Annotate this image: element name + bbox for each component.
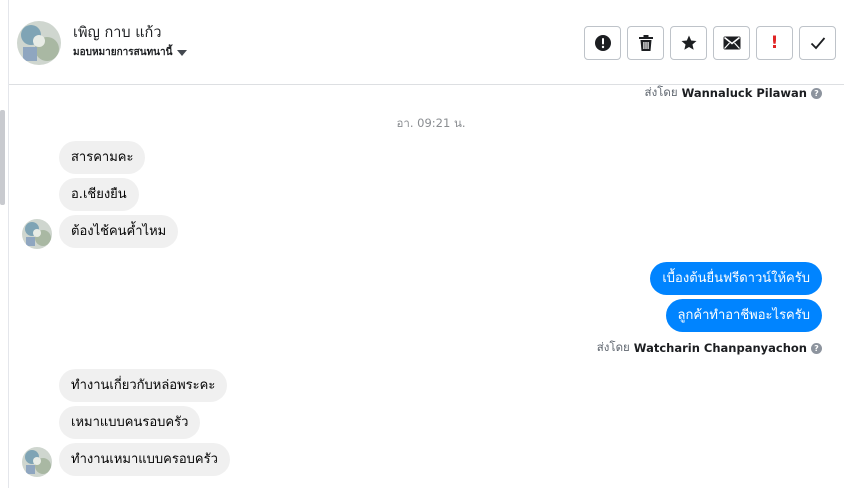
conversation-toolbar: ! xyxy=(584,26,836,60)
sent-by-prefix: ส่งโดย xyxy=(596,340,630,354)
contact-avatar-small[interactable] xyxy=(22,447,52,477)
exclamation-icon: ! xyxy=(770,33,779,53)
contact-avatar[interactable] xyxy=(17,21,61,65)
contact-avatar-small[interactable] xyxy=(22,219,52,249)
caret-down-icon xyxy=(177,49,188,56)
sender-name[interactable]: Wannaluck Pilawan xyxy=(682,86,807,100)
incoming-message[interactable]: สารคามคะ xyxy=(59,141,146,174)
left-panel-edge xyxy=(0,0,9,488)
message-timestamp: อา. 09:21 น. xyxy=(396,116,466,130)
mark-done-button[interactable] xyxy=(799,26,836,60)
sent-by-line: ส่งโดย Wannaluck Pilawan ? xyxy=(645,84,822,102)
sent-by-line: ส่งโดย Watcharin Chanpanyachon ? xyxy=(597,339,822,357)
sent-by-prefix: ส่งโดย xyxy=(644,85,678,99)
alert-circle-icon xyxy=(594,35,611,51)
incoming-message[interactable]: อ.เชียงยืน xyxy=(59,178,139,211)
star-button[interactable] xyxy=(670,26,707,60)
trash-icon xyxy=(638,35,653,51)
checkmark-icon xyxy=(810,37,825,50)
help-icon[interactable]: ? xyxy=(811,87,822,99)
envelope-icon xyxy=(723,36,740,50)
mark-unread-button[interactable] xyxy=(713,26,750,60)
incoming-message[interactable]: ทำงานเหมาแบบครอบครัว xyxy=(59,443,230,476)
sender-name[interactable]: Watcharin Chanpanyachon xyxy=(634,341,807,355)
incoming-message[interactable]: ทำงานเกี่ยวกับหล่อพระคะ xyxy=(59,369,228,402)
help-icon[interactable]: ? xyxy=(811,342,822,354)
contact-name[interactable]: เพิญ กาบ แก้ว xyxy=(73,21,161,44)
outgoing-message[interactable]: เบื้องต้นยื่นฟรีดาวน์ให้ครับ xyxy=(650,262,822,295)
incoming-message[interactable]: เหมาแบบคนรอบครัว xyxy=(59,406,201,439)
incoming-message[interactable]: ต้องไช้คนค้ำไหม xyxy=(59,215,179,248)
outgoing-message[interactable]: ลูกค้าทำอาชีพอะไรครับ xyxy=(665,299,822,332)
assign-conversation-dropdown[interactable]: มอบหมายการสนทนานี้ xyxy=(73,45,188,60)
follow-up-button[interactable]: ! xyxy=(756,26,793,60)
mark-spam-button[interactable] xyxy=(584,26,621,60)
star-icon xyxy=(681,35,696,50)
delete-button[interactable] xyxy=(627,26,664,60)
assign-conversation-label: มอบหมายการสนทนานี้ xyxy=(73,47,173,58)
conversation-header: เพิญ กาบ แก้ว มอบหมายการสนทนานี้ ! xyxy=(9,0,844,85)
